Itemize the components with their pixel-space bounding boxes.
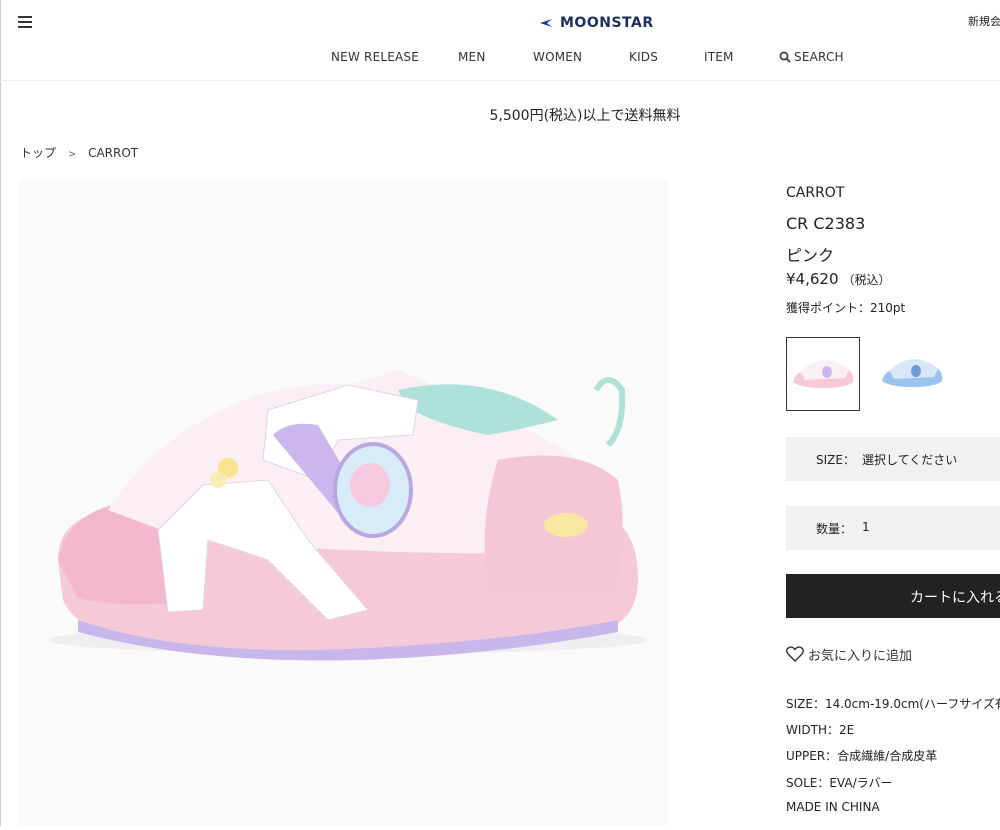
product-model: CR C2383 [786,214,866,233]
size-label: SIZE： [816,453,855,467]
nav-men[interactable]: MEN [458,50,486,64]
product-price: ¥4,620 （税込） [786,270,891,288]
variant-thumb-blue[interactable] [876,337,948,409]
reward-points: 獲得ポイント：210pt [786,301,906,315]
spec-width: WIDTH：2E [786,723,855,737]
nav-kids[interactable]: KIDS [629,50,658,64]
nav-women[interactable]: WOMEN [533,50,582,64]
sneaker-image [48,370,648,661]
quantity-value: 1 [862,520,870,534]
nav-item[interactable]: ITEM [704,50,734,64]
moonstar-logo-icon [534,14,552,32]
breadcrumb-top[interactable]: トップ [20,146,56,160]
site-logo[interactable]: MOONSTAR [530,10,654,36]
free-shipping-notice: 5,500円(税込)以上で送料無料 [489,108,681,124]
pink-shoe-thumbnail [793,360,854,388]
logo-text: MOONSTAR [560,15,654,31]
tax-label: （税込） [842,273,891,287]
product-main-image[interactable] [18,180,668,826]
spec-size: SIZE：14.0cm-19.0cm(ハーフサイズ有 [786,697,1000,711]
size-select[interactable]: SIZE： 選択してください [786,437,1000,481]
global-nav: NEW RELEASE MEN WOMEN KIDS ITEM SEARCH [0,50,1000,72]
product-brand: CARROT [786,185,845,201]
blue-shoe-thumbnail [882,359,943,387]
breadcrumb-current: CARROT [88,146,139,160]
add-to-cart-label: カートに入れる [910,590,1000,606]
favorite-label: お気に入りに追加 [808,648,913,664]
price-value: ¥4,620 [786,270,839,288]
spec-origin: MADE IN CHINA [786,800,880,814]
spec-upper: UPPER：合成繊維/合成皮革 [786,749,938,763]
nav-new-release[interactable]: NEW RELEASE [331,50,419,64]
add-to-cart-button[interactable]: カートに入れる [786,574,1000,618]
breadcrumb-separator: > [67,149,77,160]
spec-sole: SOLE：EVA/ラバー [786,776,893,790]
search-icon [779,51,791,63]
add-to-favorites-link[interactable]: お気に入りに追加 [786,644,912,664]
quantity-label: 数量： [816,522,853,536]
header-divider [0,80,1000,81]
nav-search-label: SEARCH [794,50,844,64]
size-value: 選択してください [862,453,958,467]
quantity-select[interactable]: 数量： 1 [786,506,1000,550]
hamburger-icon[interactable] [18,14,34,30]
heart-icon [786,646,804,662]
breadcrumb: トップ > CARROT [20,144,138,161]
product-color: ピンク [786,246,835,265]
nav-search[interactable]: SEARCH [779,50,844,64]
new-member-link[interactable]: 新規会 [968,13,1000,29]
variant-thumb-pink[interactable] [786,337,860,411]
